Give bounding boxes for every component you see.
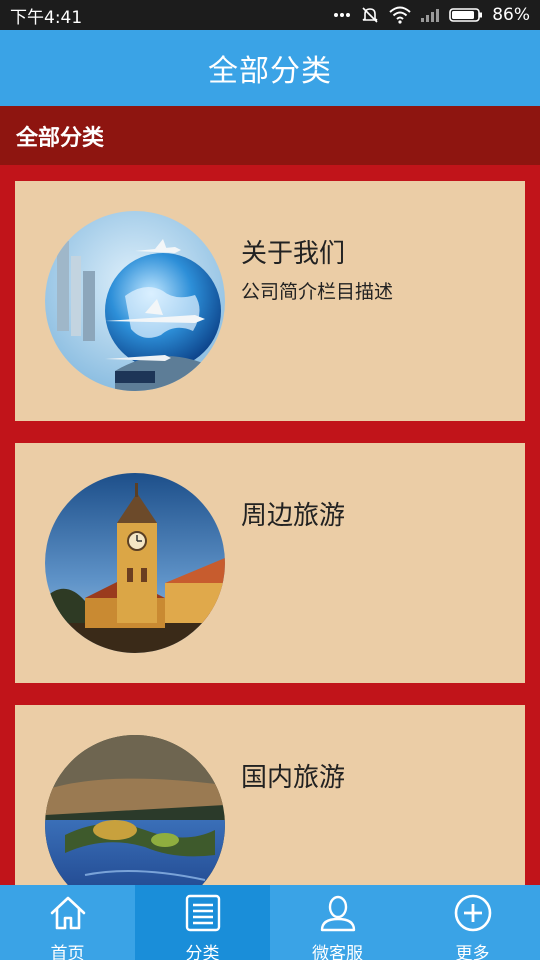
category-list[interactable]: 关于我们 公司简介栏目描述 周边旅游 国内旅游: [0, 165, 540, 885]
list-icon: [183, 893, 223, 937]
signal-icon: [420, 7, 440, 23]
category-card-nearby-travel[interactable]: 周边旅游: [15, 443, 525, 683]
tab-label: 微客服: [312, 944, 363, 960]
tab-category[interactable]: 分类: [135, 885, 270, 960]
tab-label: 更多: [455, 944, 490, 960]
user-icon: [318, 893, 358, 937]
wifi-icon: [389, 6, 411, 24]
status-time: 下午4:41: [10, 7, 83, 28]
app-header: 全部分类: [0, 30, 540, 106]
clock-tower-image: [45, 473, 225, 653]
card-title: 周边旅游: [241, 501, 346, 531]
plus-circle-icon: [453, 893, 493, 937]
page-title: 全部分类: [208, 54, 332, 89]
battery-icon: [449, 7, 483, 23]
lake-landscape-image: [45, 735, 225, 885]
more-dots-icon: [333, 12, 351, 18]
tab-more[interactable]: 更多: [405, 885, 540, 960]
tab-label: 首页: [50, 944, 85, 960]
category-card-about-us[interactable]: 关于我们 公司简介栏目描述: [15, 181, 525, 421]
tab-label: 分类: [185, 944, 220, 960]
status-icons: 86%: [333, 5, 530, 25]
no-alarm-icon: [360, 5, 380, 25]
category-card-domestic-travel[interactable]: 国内旅游: [15, 705, 525, 885]
card-title: 国内旅游: [241, 763, 346, 793]
battery-percent: 86%: [492, 5, 530, 25]
globe-airplanes-image: [45, 211, 225, 391]
status-bar: 下午4:41 86%: [0, 0, 540, 30]
bottom-tab-bar: 首页 分类 微客服 更多: [0, 885, 540, 960]
section-header: 全部分类: [0, 106, 540, 165]
section-title: 全部分类: [16, 125, 105, 151]
tab-home[interactable]: 首页: [0, 885, 135, 960]
card-title: 关于我们: [241, 239, 346, 269]
home-icon: [48, 893, 88, 937]
card-description: 公司简介栏目描述: [241, 281, 394, 303]
tab-customer-service[interactable]: 微客服: [270, 885, 405, 960]
